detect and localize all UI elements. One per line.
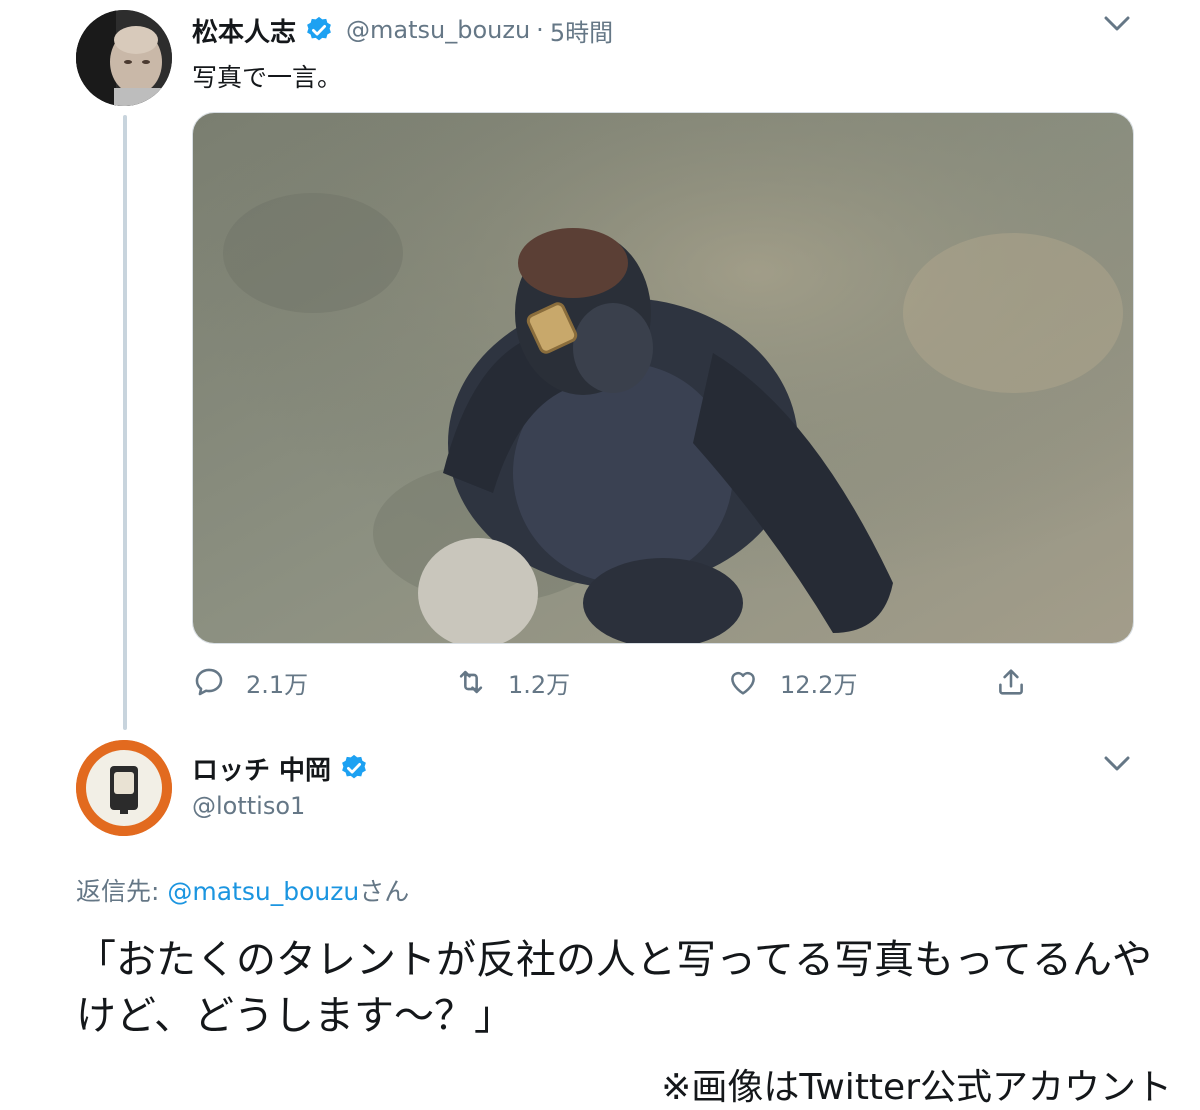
image-credit: ※画像はTwitter公式アカウント [661,1067,1172,1108]
share-icon[interactable] [994,665,1028,699]
reply-text: 「おたくのタレントが反社の人と写ってる写真もってるんやけど、どうします～？」 [76,937,1152,1039]
like-count: 12.2万 [780,670,858,699]
reply-suffix: さん [359,877,410,906]
verified-badge-icon [342,754,366,779]
avatar[interactable] [76,10,172,106]
handle[interactable]: @lottiso1 [192,792,305,820]
reply-count: 2.1万 [246,670,309,699]
like-icon[interactable] [726,665,760,699]
tweet-actions: 2.1万 1.2万 12.2万 [192,660,1052,704]
reply-header: ロッチ 中岡 [192,748,369,788]
verified-badge-icon [307,16,331,41]
replying-to: 返信先: @matsu_bouzuさん [76,872,409,908]
reply-mention-link[interactable]: @matsu_bouzu [167,877,359,906]
share-action[interactable] [994,660,1028,704]
thread-line [123,115,127,730]
reply-action[interactable]: 2.1万 [192,660,308,704]
handle[interactable]: @matsu_bouzu [346,16,530,44]
display-name[interactable]: ロッチ 中岡 [192,750,331,787]
reply-icon[interactable] [192,665,226,699]
like-action[interactable]: 12.2万 [726,660,857,704]
retweet-count: 1.2万 [508,670,571,699]
retweet-icon[interactable] [454,665,488,699]
chevron-down-icon[interactable] [1104,756,1130,772]
avatar[interactable] [76,740,172,836]
tweet-header: 松本人志 @matsu_bouzu · 5時間 [192,10,613,50]
display-name[interactable]: 松本人志 [192,12,296,49]
chevron-down-icon[interactable] [1104,16,1130,32]
reply-prefix: 返信先: [76,877,168,906]
separator: · [536,16,544,44]
retweet-action[interactable]: 1.2万 [454,660,570,704]
tweet-text: 写真で一言。 [192,63,343,92]
timestamp[interactable]: 5時間 [550,13,613,48]
tweet-photo[interactable] [192,112,1134,644]
